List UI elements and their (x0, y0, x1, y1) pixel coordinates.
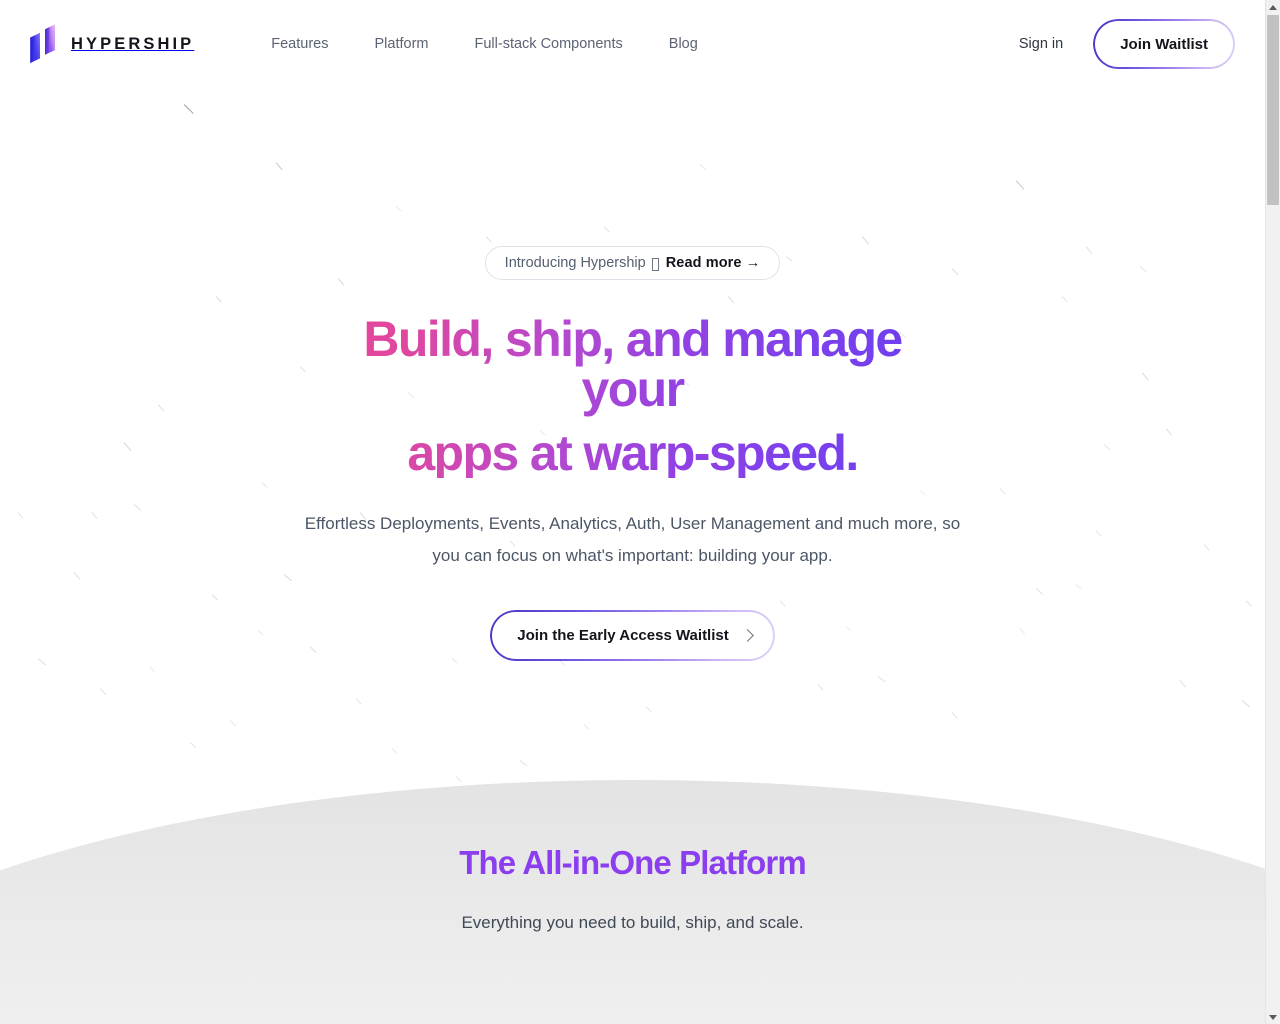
hero-title-line-2: apps at warp-speed. (407, 425, 858, 481)
browser-viewport: HYPERSHIP Features Platform Full-stack C… (0, 0, 1265, 1024)
scroll-down-arrow-icon[interactable] (1266, 1010, 1280, 1024)
hero-subtitle: Effortless Deployments, Events, Analytic… (304, 514, 961, 565)
scrollbar-thumb[interactable] (1267, 15, 1279, 205)
hero-title-line-1: Build, ship, and manage your (363, 311, 902, 417)
platform-section-subtitle: Everything you need to build, ship, and … (461, 913, 804, 933)
join-early-access-waitlist-button[interactable]: Join the Early Access Waitlist (490, 609, 775, 661)
brand-logo-link[interactable]: HYPERSHIP (28, 24, 194, 64)
platform-section: The All-in-One Platform Everything you n… (0, 843, 1265, 939)
nav-link-full-stack-components[interactable]: Full-stack Components (452, 28, 646, 60)
platform-section-title: The All-in-One Platform (459, 843, 806, 881)
hypership-n-logo-icon (28, 24, 58, 64)
page-scrollbar[interactable] (1265, 0, 1280, 1024)
page-title: Build, ship, and manage your apps at war… (313, 314, 953, 478)
hero-cta-label: Join the Early Access Waitlist (517, 626, 729, 644)
chevron-right-icon (740, 629, 754, 642)
join-waitlist-button[interactable]: Join Waitlist (1093, 19, 1235, 69)
announcement-badge-label: Introducing Hypership (504, 255, 646, 271)
sign-in-link[interactable]: Sign in (1015, 30, 1067, 58)
announcement-emoji-icon (651, 257, 659, 271)
brand-wordmark: HYPERSHIP (71, 34, 195, 53)
site-header: HYPERSHIP Features Platform Full-stack C… (0, 0, 1265, 88)
announcement-read-more-label: Read more → (665, 255, 761, 271)
header-actions: Sign in Join Waitlist (1015, 19, 1235, 69)
nav-link-platform[interactable]: Platform (352, 28, 452, 60)
main-navigation: Features Platform Full-stack Components … (248, 28, 721, 60)
announcement-badge[interactable]: Introducing Hypership Read more → (484, 246, 781, 280)
hero-section: Introducing Hypership Read more → Build,… (0, 88, 1265, 661)
scroll-up-arrow-icon[interactable] (1266, 0, 1280, 14)
nav-link-features[interactable]: Features (248, 28, 351, 60)
page-root: HYPERSHIP Features Platform Full-stack C… (0, 0, 1280, 1024)
nav-link-blog[interactable]: Blog (646, 28, 721, 60)
